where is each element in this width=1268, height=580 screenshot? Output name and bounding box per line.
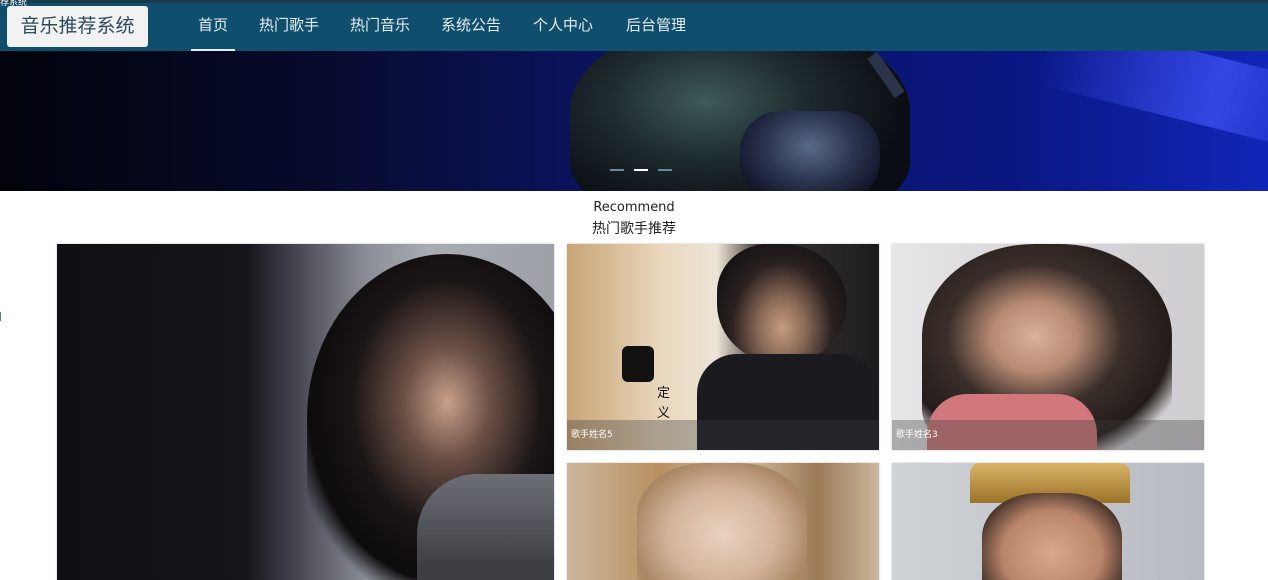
- singer-photo: [982, 493, 1122, 580]
- singer-name-caption[interactable]: 歌手姓名5: [567, 420, 879, 450]
- banner-singer-leg: [740, 111, 880, 191]
- singer-photo: [637, 463, 807, 580]
- singer-card-5[interactable]: [892, 463, 1204, 580]
- singer-photo: [717, 244, 847, 364]
- singer-name-caption[interactable]: 歌手姓名3: [892, 420, 1204, 450]
- window-title-bar: 荐系统: [0, 0, 1268, 8]
- carousel-indicators[interactable]: [610, 169, 672, 171]
- site-brand[interactable]: 音乐推荐系统: [7, 6, 148, 47]
- carousel-dot[interactable]: [658, 169, 672, 171]
- section-title-cn: 热门歌手推荐: [592, 221, 676, 237]
- nav-item-hot-music[interactable]: 热门音乐: [350, 2, 410, 51]
- nav-item-hot-singers[interactable]: 热门歌手: [259, 2, 319, 51]
- singer-card-2[interactable]: 定 义 歌手姓名5: [567, 244, 879, 450]
- singer-card-3[interactable]: 歌手姓名3: [892, 244, 1204, 450]
- singer-card-4[interactable]: [567, 463, 879, 580]
- banner-light: [1035, 51, 1268, 157]
- resize-handle[interactable]: [0, 312, 3, 321]
- hero-banner[interactable]: [0, 51, 1268, 191]
- top-navbar: 音乐推荐系统 首页 热门歌手 热门音乐 系统公告 个人中心 后台管理: [0, 2, 1268, 51]
- nav-item-admin[interactable]: 后台管理: [626, 2, 686, 51]
- cover-text: 定 义: [657, 384, 670, 424]
- nav-item-announcements[interactable]: 系统公告: [441, 2, 501, 51]
- section-title-en: Recommend: [593, 200, 675, 215]
- nav-item-home[interactable]: 首页: [190, 2, 236, 51]
- cover-text-2: 定: [657, 386, 671, 401]
- cover-mark: [622, 346, 654, 382]
- singer-card-1[interactable]: [57, 244, 554, 580]
- carousel-dot[interactable]: [610, 169, 624, 171]
- window-title: 荐系统: [0, 0, 28, 8]
- nav-item-personal-center[interactable]: 个人中心: [533, 2, 593, 51]
- singer-photo-shoulder: [417, 474, 554, 580]
- carousel-dot-active[interactable]: [634, 169, 648, 171]
